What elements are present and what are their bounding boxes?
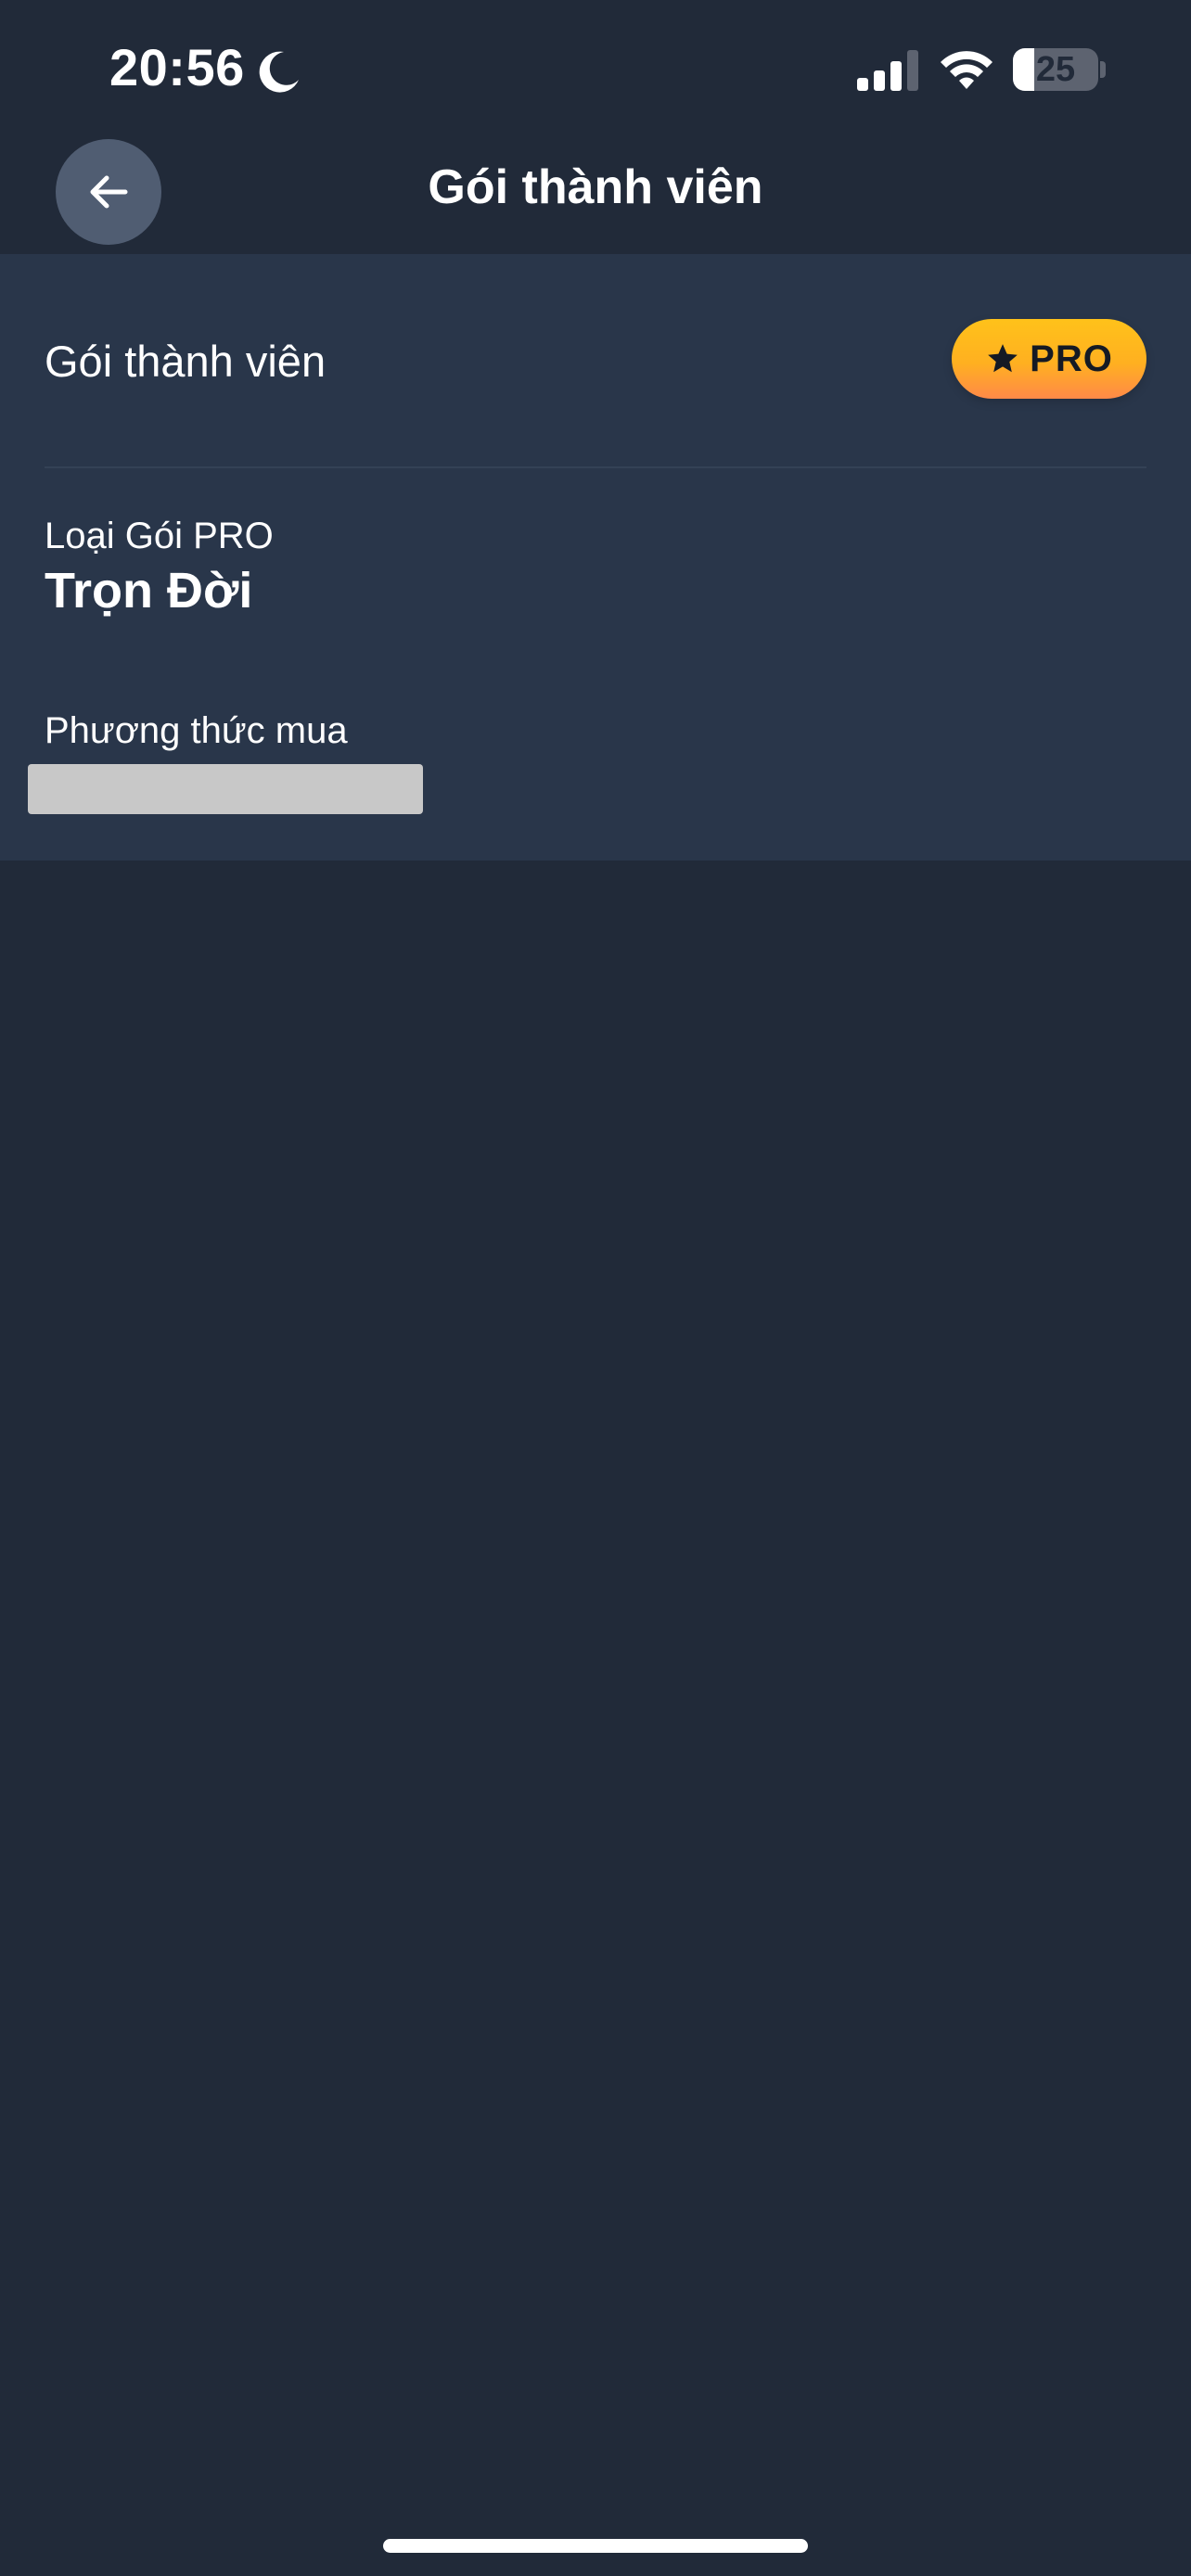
purchase-method-redacted [28, 764, 423, 814]
plan-type-value: Trọn Đời [45, 563, 253, 618]
battery-cap [1100, 61, 1106, 78]
membership-label: Gói thành viên [45, 337, 327, 386]
screen: 20:56 25 Gói thành viên Gói thành viên P… [0, 0, 1191, 2576]
plan-type-label: Loại Gói PRO [45, 516, 274, 556]
status-bar: 20:56 25 [0, 0, 1191, 130]
battery-level: 25 [1035, 49, 1076, 89]
home-indicator[interactable] [383, 2539, 808, 2553]
membership-card: Gói thành viên PRO Loại Gói PRO Trọn Đời… [0, 254, 1191, 861]
moon-icon [259, 51, 299, 93]
page-title: Gói thành viên [428, 160, 763, 214]
battery-icon: 25 [1013, 48, 1098, 91]
pro-badge-label: PRO [1030, 338, 1113, 379]
status-time: 20:56 [109, 38, 245, 96]
star-icon [988, 344, 1018, 373]
header: Gói thành viên [0, 130, 1191, 254]
signal-icon [857, 50, 918, 91]
purchase-method-label: Phương thức mua [45, 710, 348, 751]
pro-badge: PRO [952, 319, 1146, 399]
membership-row: Gói thành viên PRO [0, 254, 1191, 467]
wifi-icon [941, 51, 992, 89]
divider [45, 466, 1146, 468]
